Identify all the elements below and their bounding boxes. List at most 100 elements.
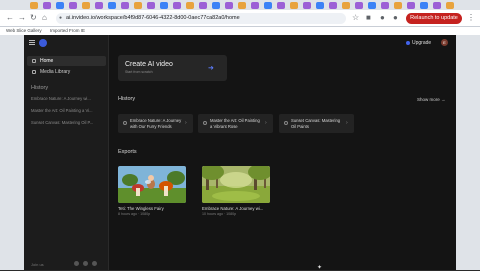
relaunch-button[interactable]: Relaunch to update xyxy=(406,13,462,24)
back-icon[interactable]: ← xyxy=(6,14,14,22)
create-subtitle: Start from scratch xyxy=(125,70,153,74)
browser-tab[interactable] xyxy=(69,2,77,9)
sidebar-item-label: Media Library xyxy=(40,69,71,75)
browser-tab[interactable] xyxy=(95,2,103,9)
history-card[interactable]: Sunset Canvas: Mastering Oil Paints › xyxy=(279,114,354,133)
extension-icon[interactable]: ● xyxy=(380,14,385,22)
browser-tab[interactable] xyxy=(355,2,363,9)
browser-tab[interactable] xyxy=(446,2,454,9)
browser-tab[interactable] xyxy=(420,2,428,9)
sidebar-history-item[interactable]: Embrace Nature: A Journey wi... xyxy=(31,96,106,102)
browser-tab[interactable] xyxy=(303,2,311,9)
sidebar-item-home[interactable]: Home xyxy=(27,56,106,66)
avatar[interactable]: E xyxy=(441,39,448,46)
home-icon xyxy=(32,59,36,63)
show-more-button[interactable]: Show more → xyxy=(417,97,446,102)
forward-icon[interactable]: → xyxy=(18,14,26,22)
browser-tab[interactable] xyxy=(342,2,350,9)
bookmark-item[interactable]: Imported From IE xyxy=(50,27,85,35)
browser-tab[interactable] xyxy=(82,2,90,9)
browser-tab[interactable] xyxy=(199,2,207,9)
clock-icon xyxy=(123,121,127,125)
sidebar-item-media-library[interactable]: Media Library xyxy=(27,67,106,77)
history-card-title: Embrace Nature: A Journey with Our Furry… xyxy=(130,118,182,129)
browser-tab[interactable] xyxy=(316,2,324,9)
export-video-card[interactable]: Embrace Nature: A Journey wi... 10 hours… xyxy=(202,166,270,216)
browser-tab[interactable] xyxy=(147,2,155,9)
browser-tab[interactable] xyxy=(160,2,168,9)
video-meta: 8 hours ago · 1080p xyxy=(118,212,151,216)
browser-tab[interactable] xyxy=(134,2,142,9)
browser-tab[interactable] xyxy=(433,2,441,9)
browser-tab[interactable] xyxy=(277,2,285,9)
chevron-right-icon: › xyxy=(346,120,348,126)
clock-icon xyxy=(203,121,207,125)
video-thumbnail[interactable] xyxy=(118,166,186,203)
history-card-title: Sunset Canvas: Mastering Oil Paints xyxy=(291,118,341,129)
history-card[interactable]: Embrace Nature: A Journey with Our Furry… xyxy=(118,114,193,133)
browser-tab[interactable] xyxy=(238,2,246,9)
browser-tab[interactable] xyxy=(56,2,64,9)
address-bar: ← → ↻ ⌂ ● ai.invideo.io/workspace/b4f9d8… xyxy=(0,10,480,27)
kebab-menu-icon[interactable]: ⋮ xyxy=(467,14,475,22)
browser-tab[interactable] xyxy=(30,2,38,9)
arrow-right-icon: ➜ xyxy=(208,65,214,72)
media-icon xyxy=(32,70,36,74)
app-window: Home Media Library History Embrace Natur… xyxy=(24,35,456,271)
home-icon[interactable]: ⌂ xyxy=(42,14,47,22)
browser-tab[interactable] xyxy=(381,2,389,9)
browser-tab[interactable] xyxy=(108,2,116,9)
logo-icon[interactable] xyxy=(39,39,47,47)
browser-tab[interactable] xyxy=(329,2,337,9)
url-text: ai.invideo.io/workspace/b4f9d87-6046-432… xyxy=(66,15,240,21)
browser-tab[interactable] xyxy=(43,2,51,9)
browser-tab[interactable] xyxy=(290,2,298,9)
lock-icon: ● xyxy=(59,15,63,21)
create-title: Create AI video xyxy=(125,61,173,68)
instagram-icon[interactable] xyxy=(83,261,88,266)
menu-icon[interactable] xyxy=(29,40,35,45)
export-video-card[interactable]: Teti: The Wingless Fairy 8 hours ago · 1… xyxy=(118,166,186,216)
sidebar-history-item[interactable]: Master the Art: Oil Painting a Vi... xyxy=(31,108,106,114)
url-field[interactable]: ● ai.invideo.io/workspace/b4f9d87-6046-4… xyxy=(56,13,346,24)
sidebar-item-label: Home xyxy=(40,58,54,64)
bookmarks-bar: Web Slice Gallery Imported From IE xyxy=(0,27,480,35)
browser-tab[interactable] xyxy=(186,2,194,9)
history-card-title: Master the Art: Oil Painting a Vibrant R… xyxy=(210,118,260,129)
upgrade-label: Upgrade xyxy=(412,40,432,46)
browser-tab[interactable] xyxy=(225,2,233,9)
sidebar-history-item[interactable]: Sunset Canvas: Mastering Oil P... xyxy=(31,120,106,126)
chevron-right-icon: › xyxy=(265,120,267,126)
chevron-right-icon: › xyxy=(185,120,187,126)
reload-icon[interactable]: ↻ xyxy=(30,14,37,22)
browser-tab[interactable] xyxy=(121,2,129,9)
extension-icon[interactable]: ■ xyxy=(366,14,371,22)
browser-tab[interactable] xyxy=(394,2,402,9)
exports-section-title: Exports xyxy=(118,149,137,155)
history-card[interactable]: Master the Art: Oil Painting a Vibrant R… xyxy=(198,114,273,133)
create-ai-video-card[interactable]: Create AI video Start from scratch ➜ xyxy=(118,55,227,81)
upgrade-button[interactable]: Upgrade xyxy=(406,39,431,47)
arrow-right-icon: → xyxy=(441,97,446,102)
sidebar: Home Media Library History Embrace Natur… xyxy=(24,35,109,270)
browser-tab[interactable] xyxy=(173,2,181,9)
browser-tab[interactable] xyxy=(368,2,376,9)
discord-icon[interactable] xyxy=(74,261,79,266)
clock-icon xyxy=(284,121,288,125)
profile-icon[interactable]: ● xyxy=(393,14,398,22)
video-title: Teti: The Wingless Fairy xyxy=(118,206,164,211)
join-us-label[interactable]: Join us xyxy=(31,262,44,267)
star-icon[interactable]: ☆ xyxy=(352,14,359,22)
browser-tab[interactable] xyxy=(251,2,259,9)
browser-tab[interactable] xyxy=(264,2,272,9)
video-thumbnail[interactable] xyxy=(202,166,270,203)
video-meta: 10 hours ago · 1080p xyxy=(202,212,237,216)
video-title: Embrace Nature: A Journey wi... xyxy=(202,206,264,211)
browser-tab[interactable] xyxy=(407,2,415,9)
browser-tab[interactable] xyxy=(212,2,220,9)
history-section-title: History xyxy=(118,96,136,102)
youtube-icon[interactable] xyxy=(92,261,97,266)
browser-window: ← → ↻ ⌂ ● ai.invideo.io/workspace/b4f9d8… xyxy=(0,0,480,271)
show-more-label: Show more xyxy=(417,97,440,102)
bookmark-item[interactable]: Web Slice Gallery xyxy=(6,27,42,35)
